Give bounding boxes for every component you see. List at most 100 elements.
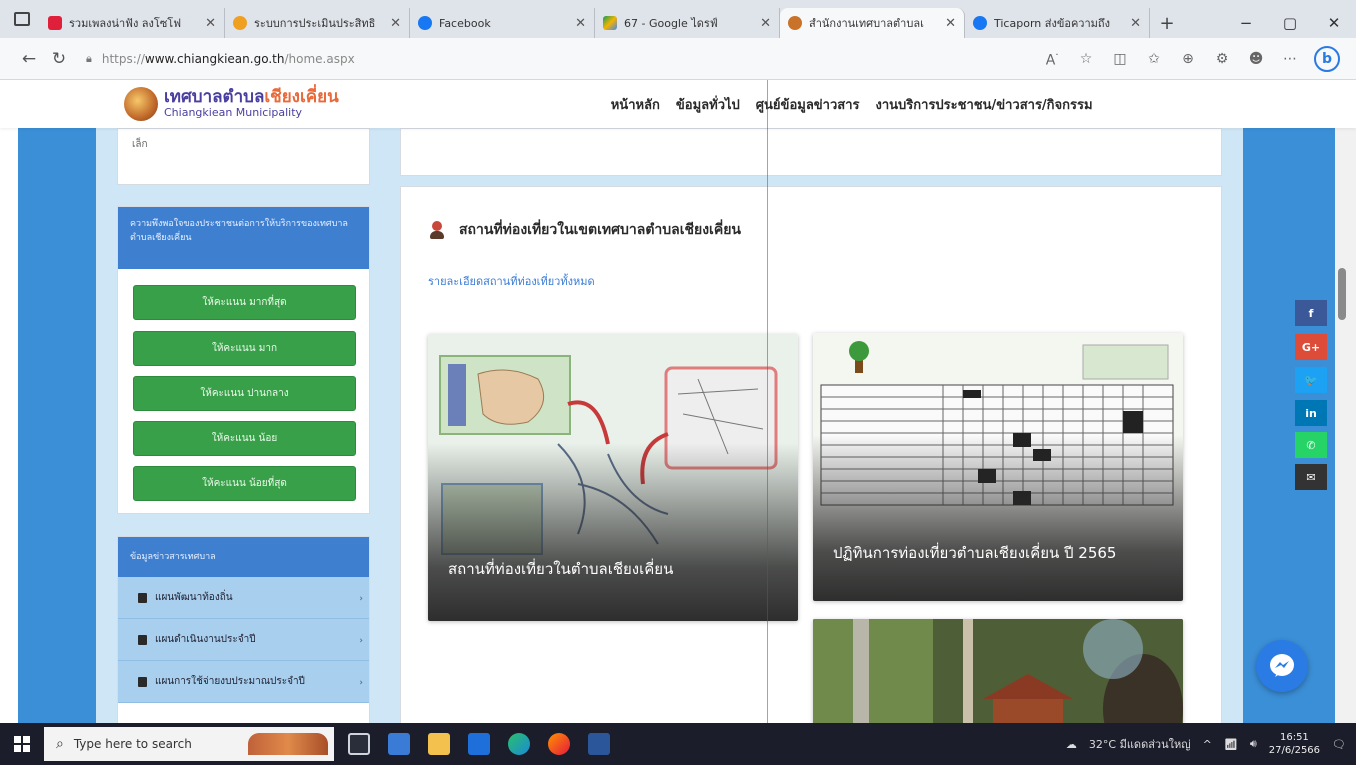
more-menu-icon[interactable]: ⋯ [1280,51,1300,67]
favorite-star-icon[interactable]: ☆ [1076,51,1096,67]
taskbar-apps [348,733,610,755]
task-view-icon[interactable] [348,733,370,755]
browser-tab[interactable]: 67 - Google ไดรฟ์ ✕ [595,8,780,38]
logo-title: เทศบาลตำบล [164,87,265,108]
info-list-item[interactable]: แผนดำเนินงานประจำปี › [118,619,369,661]
site-logo[interactable]: เทศบาลตำบลเชียงเคี่ยน Chiangkiean Munici… [164,87,339,118]
scan-artifact-line [767,80,768,723]
weather-cloud-icon[interactable]: ☁ [1066,738,1077,751]
browser-tab[interactable]: ระบบการประเมินประสิทธิ ✕ [225,8,410,38]
page-scrollbar[interactable] [1335,128,1356,723]
word-icon[interactable] [588,733,610,755]
bing-chat-icon[interactable]: b [1314,45,1340,72]
chevron-right-icon: › [359,678,363,688]
tourism-card-calendar[interactable]: ปฏิทินการท่องเที่ยวตำบลเชียงเคี่ยน ปี 25… [813,333,1183,601]
tray-expand-icon[interactable]: ^ [1203,738,1212,751]
url-field[interactable]: 🔒︎ https://www.chiangkiean.go.th/home.as… [86,52,846,66]
vote-most-button[interactable]: ให้คะแนน มากที่สุด [133,285,356,320]
firefox-icon[interactable] [548,733,570,755]
nav-home[interactable]: หน้าหลัก [611,94,660,115]
info-list-item[interactable]: แผนพัฒนาท้องถิ่น › [118,577,369,619]
clock[interactable]: 16:51 27/6/2566 [1269,731,1320,757]
taskbar-search[interactable]: ⌕ Type here to search [44,727,334,761]
extensions-icon[interactable]: ⚙ [1212,51,1232,67]
notifications-icon[interactable]: 🗨︎ [1332,738,1346,751]
google-plus-icon[interactable]: G+ [1295,334,1327,360]
url-scheme: https:// [101,51,145,66]
site-favicon-icon [233,16,247,30]
document-icon [138,676,147,687]
profile-icon[interactable]: ☻ [1246,51,1266,67]
minimize-icon[interactable]: − [1224,14,1268,32]
card-overlay [428,443,798,621]
restore-icon[interactable]: ▢ [1268,14,1312,32]
vote-least-button[interactable]: ให้คะแนน น้อยที่สุด [133,466,356,501]
vote-much-button[interactable]: ให้คะแนน มาก [133,331,356,366]
tourism-card-attractions[interactable]: สถานที่ท่องเที่ยวในตำบลเชียงเคี่ยน [428,334,798,621]
document-icon [138,634,147,645]
browser-tab-active[interactable]: สำนักงานเทศบาลตำบลเ ✕ [780,8,965,38]
all-attractions-link[interactable]: รายละเอียดสถานที่ท่องเที่ยวทั้งหมด [428,272,595,290]
logo-title-highlight: เชียงเคี่ยน [264,87,339,108]
browser-tab[interactable]: Ticaporn ส่งข้อความถึง ✕ [965,8,1150,38]
municipality-favicon-icon [788,16,802,30]
facebook-favicon-icon [973,16,987,30]
section-title-text: สถานที่ท่องเที่ยวในเขตเทศบาลตำบลเชียงเคี… [459,222,741,238]
volume-icon[interactable]: 🔊︎ [1250,737,1257,751]
network-icon[interactable]: 📶︎ [1224,738,1238,751]
vote-medium-button[interactable]: ให้คะแนน ปานกลาง [133,376,356,411]
messenger-chat-icon[interactable] [1256,640,1308,692]
nav-info-center[interactable]: ศูนย์ข้อมูลข่าวสาร [756,94,860,115]
file-explorer-icon[interactable] [428,733,450,755]
collections-icon[interactable]: ⊕ [1178,51,1198,67]
read-aloud-icon[interactable]: Aᐧ [1042,48,1062,69]
main-nav: หน้าหลัก ข้อมูลทั่วไป ศูนย์ข้อมูลข่าวสาร… [611,94,1093,115]
sidebar-fragment-text: เล็ก [132,139,148,150]
weather-text[interactable]: 32°C มีแดดส่วนใหญ่ [1089,735,1191,753]
store-icon[interactable] [388,733,410,755]
close-tab-icon[interactable]: ✕ [1130,16,1141,31]
start-button[interactable] [0,723,44,765]
site-header: เทศบาลตำบลเชียงเคี่ยน Chiangkiean Munici… [0,80,1356,128]
close-tab-icon[interactable]: ✕ [205,16,216,31]
info-card-title: ข้อมูลข่าวสารเทศบาล [118,537,369,577]
close-window-icon[interactable]: ✕ [1312,14,1356,32]
vote-little-button[interactable]: ให้คะแนน น้อย [133,421,356,456]
favorites-icon[interactable]: ✩ [1144,51,1164,67]
browser-tab[interactable]: รวมเพลงน่าฟัง ลงโซโฟ ✕ [40,8,225,38]
youtube-favicon-icon [48,16,62,30]
split-screen-icon[interactable]: ◫ [1110,51,1130,67]
tourism-card-forest[interactable] [813,619,1183,723]
browser-tab[interactable]: Facebook ✕ [410,8,595,38]
browser-toolbar: Aᐧ ☆ ◫ ✩ ⊕ ⚙ ☻ ⋯ b [1042,45,1340,72]
section-title: สถานที่ท่องเที่ยวในเขตเทศบาลตำบลเชียงเคี… [429,219,741,241]
nav-general-info[interactable]: ข้อมูลทั่วไป [676,94,740,115]
url-path: /home.aspx [284,51,355,66]
close-tab-icon[interactable]: ✕ [390,16,401,31]
close-tab-icon[interactable]: ✕ [945,16,956,31]
email-icon[interactable]: ✉ [1295,464,1327,490]
tab-actions-icon[interactable] [14,12,30,26]
tab-title: Ticaporn ส่งข้อความถึง [994,17,1110,30]
refresh-icon[interactable]: ↻ [44,49,74,69]
close-tab-icon[interactable]: ✕ [760,16,771,31]
document-icon [138,592,147,603]
nav-public-service[interactable]: งานบริการประชาชน/ข่าวสาร/กิจกรรม [876,94,1093,115]
card-caption: ปฏิทินการท่องเที่ยวตำบลเชียงเคี่ยน ปี 25… [833,544,1117,562]
municipality-seal-logo[interactable] [124,87,158,121]
facebook-icon[interactable]: f [1295,300,1327,326]
windows-taskbar: ⌕ Type here to search ☁ 32°C มีแดดส่วนให… [0,723,1356,765]
lock-icon: 🔒︎ [86,51,92,65]
edge-browser-icon[interactable] [508,733,530,755]
linkedin-icon[interactable]: in [1295,400,1327,426]
scrollbar-thumb[interactable] [1338,268,1346,320]
mail-icon[interactable] [468,733,490,755]
close-tab-icon[interactable]: ✕ [575,16,586,31]
whatsapp-icon[interactable]: ✆ [1295,432,1327,458]
clock-date: 27/6/2566 [1268,745,1321,756]
info-list-item[interactable]: แผนการใช้จ่ายงบประมาณประจำปี › [118,661,369,703]
new-tab-button[interactable]: + [1150,8,1184,38]
sidebar-card-previous: เล็ก [117,128,370,185]
twitter-icon[interactable]: 🐦 [1295,367,1327,393]
back-icon[interactable]: ← [14,49,44,69]
